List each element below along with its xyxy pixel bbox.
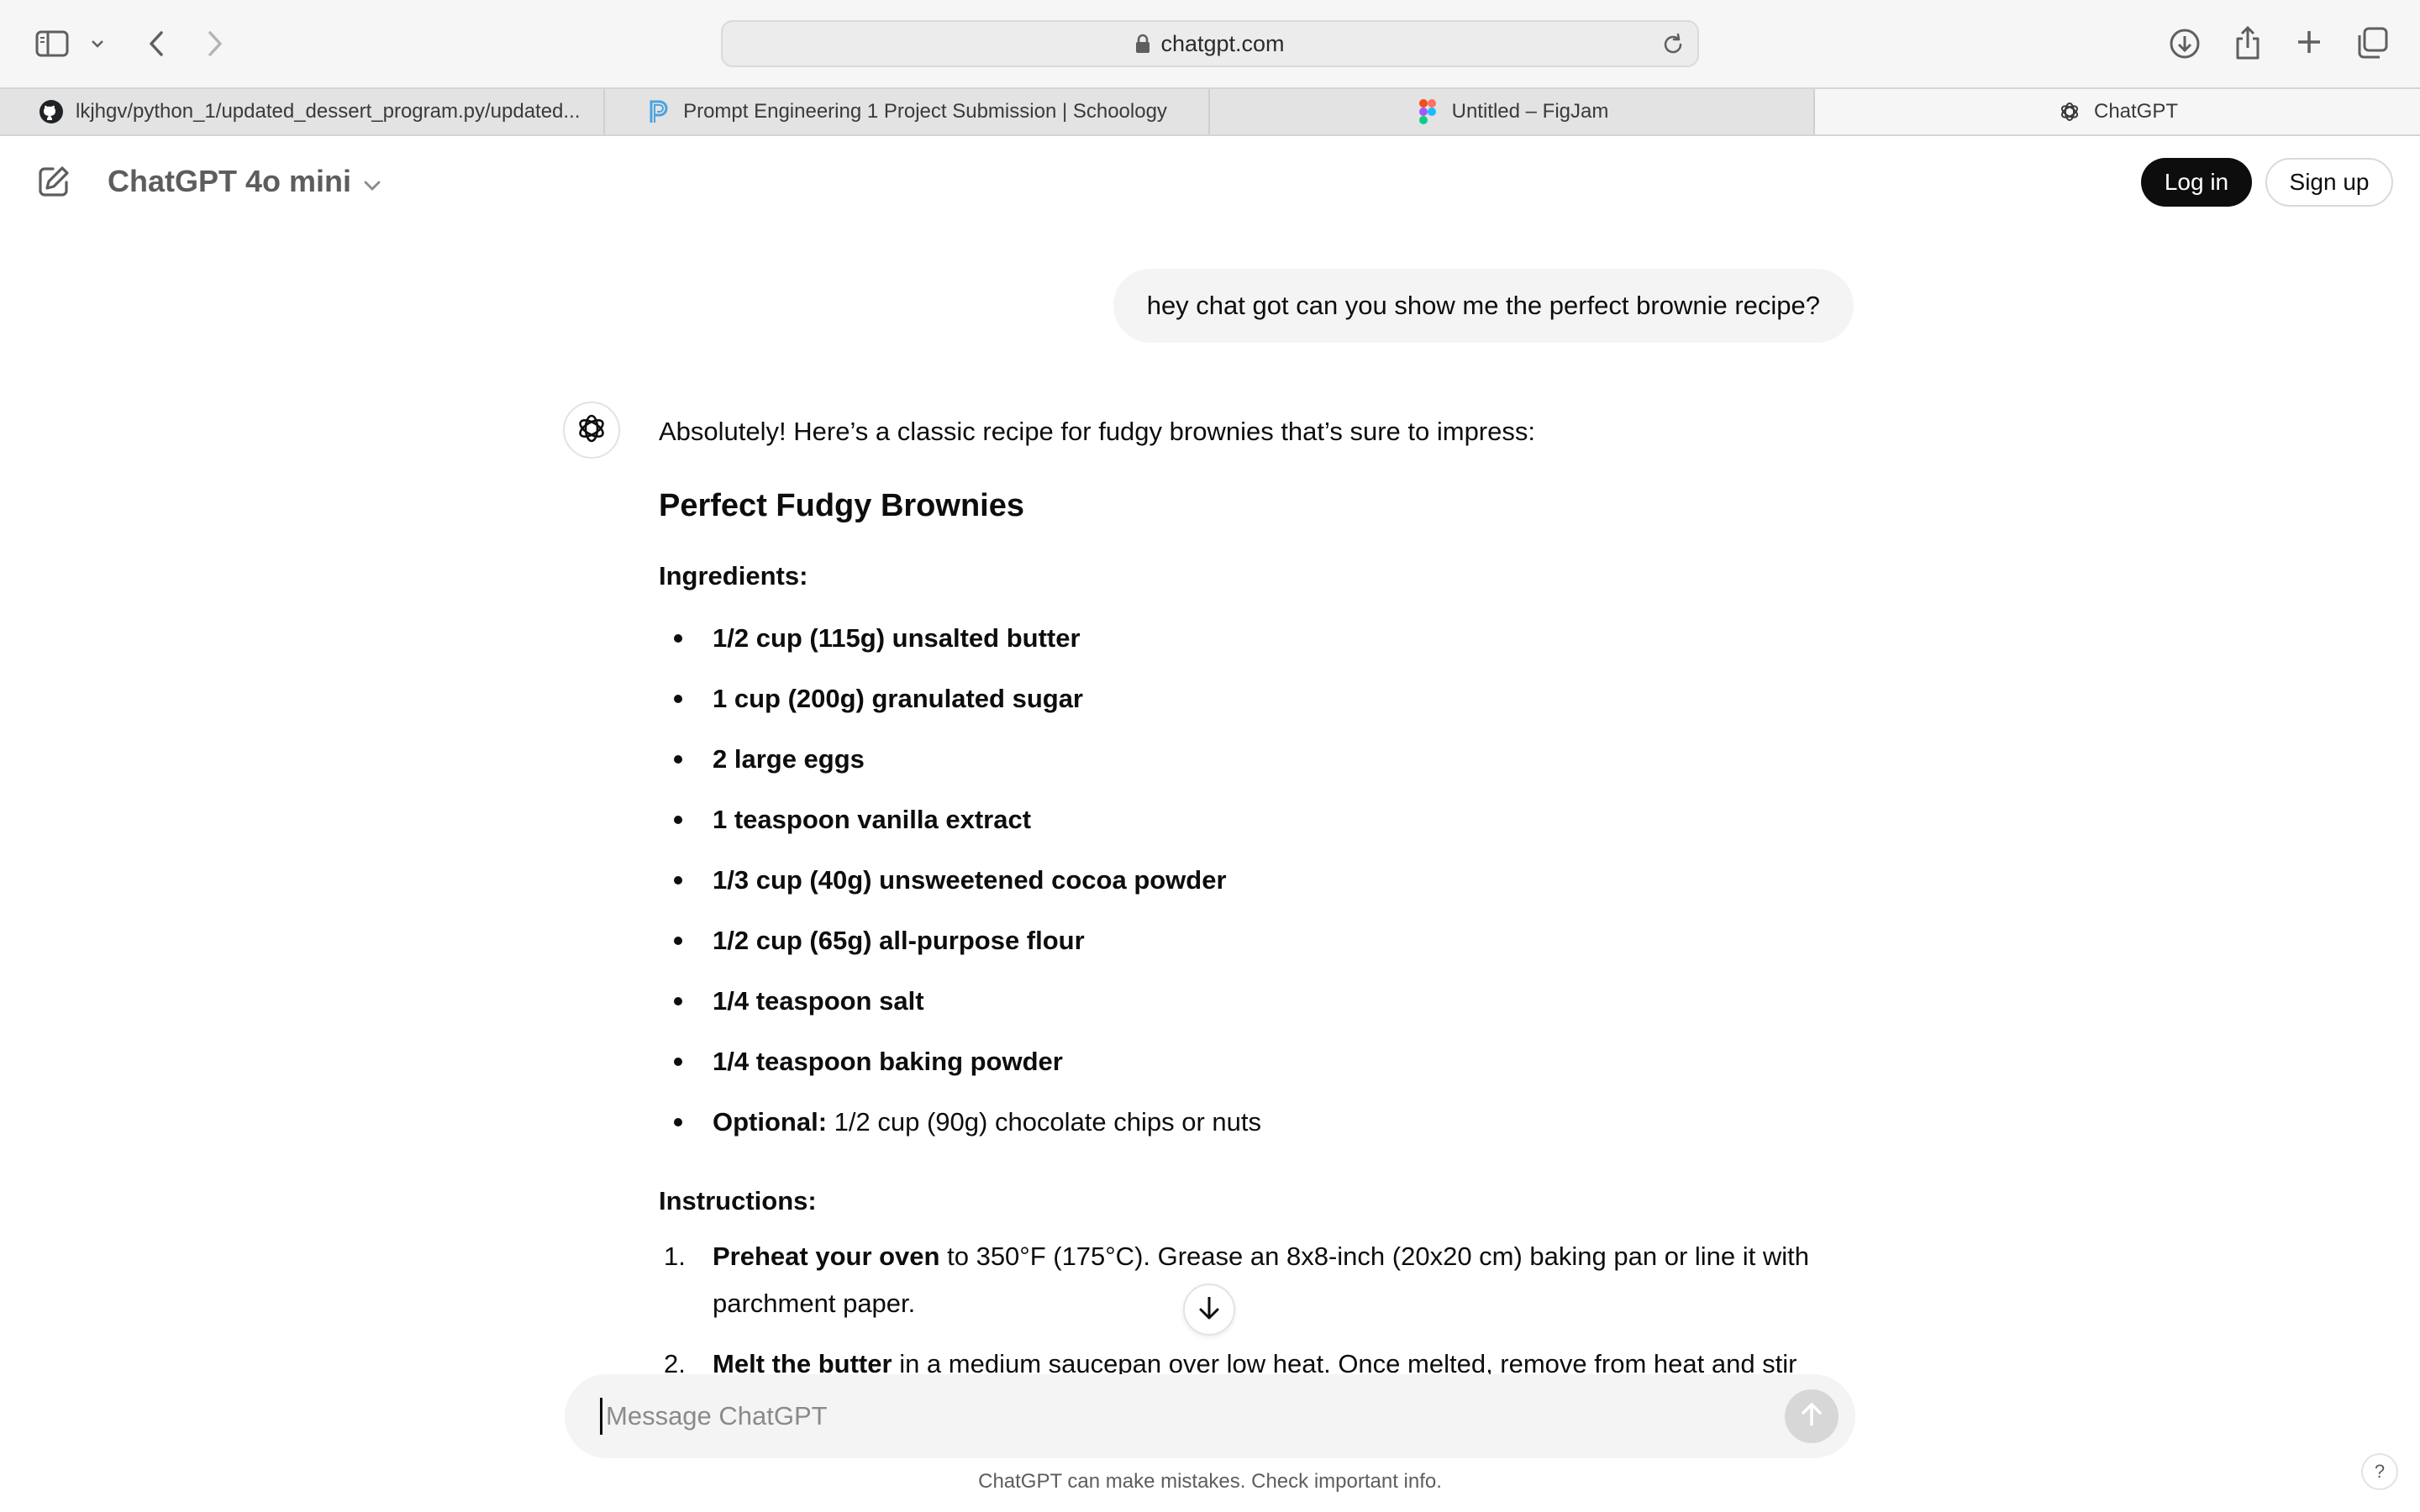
tab-github[interactable]: lkjhgv/python_1/updated_dessert_program.… bbox=[0, 89, 605, 134]
arrow-down-icon bbox=[1197, 1294, 1221, 1326]
list-item: 1/2 cup (65g) all-purpose flour bbox=[659, 911, 1852, 971]
assistant-message: Absolutely! Here’s a classic recipe for … bbox=[659, 408, 1852, 1376]
github-icon bbox=[39, 99, 64, 124]
model-name: ChatGPT 4o mini bbox=[108, 164, 352, 198]
browser-toolbar: chatgpt.com bbox=[0, 0, 2420, 87]
chevron-down-icon bbox=[363, 164, 381, 199]
user-message: hey chat got can you show me the perfect… bbox=[1113, 269, 1854, 343]
tab-figjam[interactable]: Untitled – FigJam bbox=[1210, 89, 1815, 134]
figma-icon bbox=[1415, 99, 1440, 124]
list-item: 1. Preheat your oven to 350°F (175°C). Gr… bbox=[664, 1242, 1810, 1318]
share-icon[interactable] bbox=[2230, 24, 2265, 62]
tab-overview-icon[interactable] bbox=[2354, 25, 2390, 60]
list-item: Optional: 1/2 cup (90g) chocolate chips … bbox=[659, 1092, 1852, 1152]
list-item: 2. Melt the butter in a medium saucepan o… bbox=[664, 1349, 1797, 1376]
list-item: 1/2 cup (115g) unsalted butter bbox=[659, 608, 1852, 669]
send-button[interactable] bbox=[1785, 1389, 1839, 1443]
instructions-list: 1. Preheat your oven to 350°F (175°C). Gr… bbox=[659, 1233, 1852, 1376]
login-button[interactable]: Log in bbox=[2141, 158, 2252, 207]
instructions-heading: Instructions: bbox=[659, 1186, 817, 1215]
arrow-up-icon bbox=[1800, 1401, 1823, 1432]
tab-title: Untitled – FigJam bbox=[1451, 100, 1609, 123]
openai-icon bbox=[575, 412, 608, 449]
list-item: 1/4 teaspoon salt bbox=[659, 971, 1852, 1032]
assistant-intro: Absolutely! Here’s a classic recipe for … bbox=[659, 417, 1535, 446]
recipe-title: Perfect Fudgy Brownies bbox=[659, 488, 1024, 523]
list-item: 2 large eggs bbox=[659, 729, 1852, 790]
forward-icon[interactable] bbox=[198, 27, 232, 60]
new-tab-icon[interactable] bbox=[2292, 25, 2326, 59]
assistant-avatar bbox=[563, 402, 620, 459]
lock-icon bbox=[1135, 34, 1150, 54]
back-icon[interactable] bbox=[139, 27, 173, 60]
address-bar[interactable]: chatgpt.com bbox=[721, 20, 1699, 67]
ingredients-list: 1/2 cup (115g) unsalted butter 1 cup (20… bbox=[659, 608, 1852, 1152]
help-button[interactable]: ? bbox=[2361, 1453, 2398, 1490]
scroll-to-bottom-button[interactable] bbox=[1183, 1284, 1235, 1336]
ingredients-heading: Ingredients: bbox=[659, 561, 808, 591]
url-text: chatgpt.com bbox=[1160, 30, 1285, 56]
chevron-down-icon[interactable] bbox=[87, 34, 108, 54]
tab-chatgpt[interactable]: ChatGPT bbox=[1815, 89, 2420, 134]
schoology-icon bbox=[646, 99, 671, 124]
sidebar-toggle-icon[interactable] bbox=[34, 27, 71, 60]
model-selector[interactable]: ChatGPT 4o mini bbox=[108, 161, 381, 202]
message-input[interactable] bbox=[600, 1398, 1726, 1435]
openai-icon bbox=[2057, 99, 2082, 124]
message-composer bbox=[565, 1374, 1855, 1458]
tab-title: Prompt Engineering 1 Project Submission … bbox=[683, 100, 1167, 123]
signup-button[interactable]: Sign up bbox=[2265, 158, 2393, 207]
download-icon[interactable] bbox=[2166, 25, 2203, 62]
new-chat-icon[interactable] bbox=[34, 161, 74, 202]
tab-title: lkjhgv/python_1/updated_dessert_program.… bbox=[76, 100, 581, 123]
list-item: 1/3 cup (40g) unsweetened cocoa powder bbox=[659, 850, 1852, 911]
reload-icon[interactable] bbox=[1660, 32, 1686, 61]
tab-schoology[interactable]: Prompt Engineering 1 Project Submission … bbox=[605, 89, 1210, 134]
tab-title: ChatGPT bbox=[2093, 100, 2179, 123]
disclaimer-text: ChatGPT can make mistakes. Check importa… bbox=[978, 1470, 1442, 1493]
list-item: 1 teaspoon vanilla extract bbox=[659, 790, 1852, 850]
app-header: ChatGPT 4o mini Log in Sign up bbox=[0, 136, 2420, 227]
list-item: 1 cup (200g) granulated sugar bbox=[659, 669, 1852, 729]
list-item: 1/4 teaspoon baking powder bbox=[659, 1032, 1852, 1092]
tab-bar: lkjhgv/python_1/updated_dessert_program.… bbox=[0, 87, 2420, 136]
